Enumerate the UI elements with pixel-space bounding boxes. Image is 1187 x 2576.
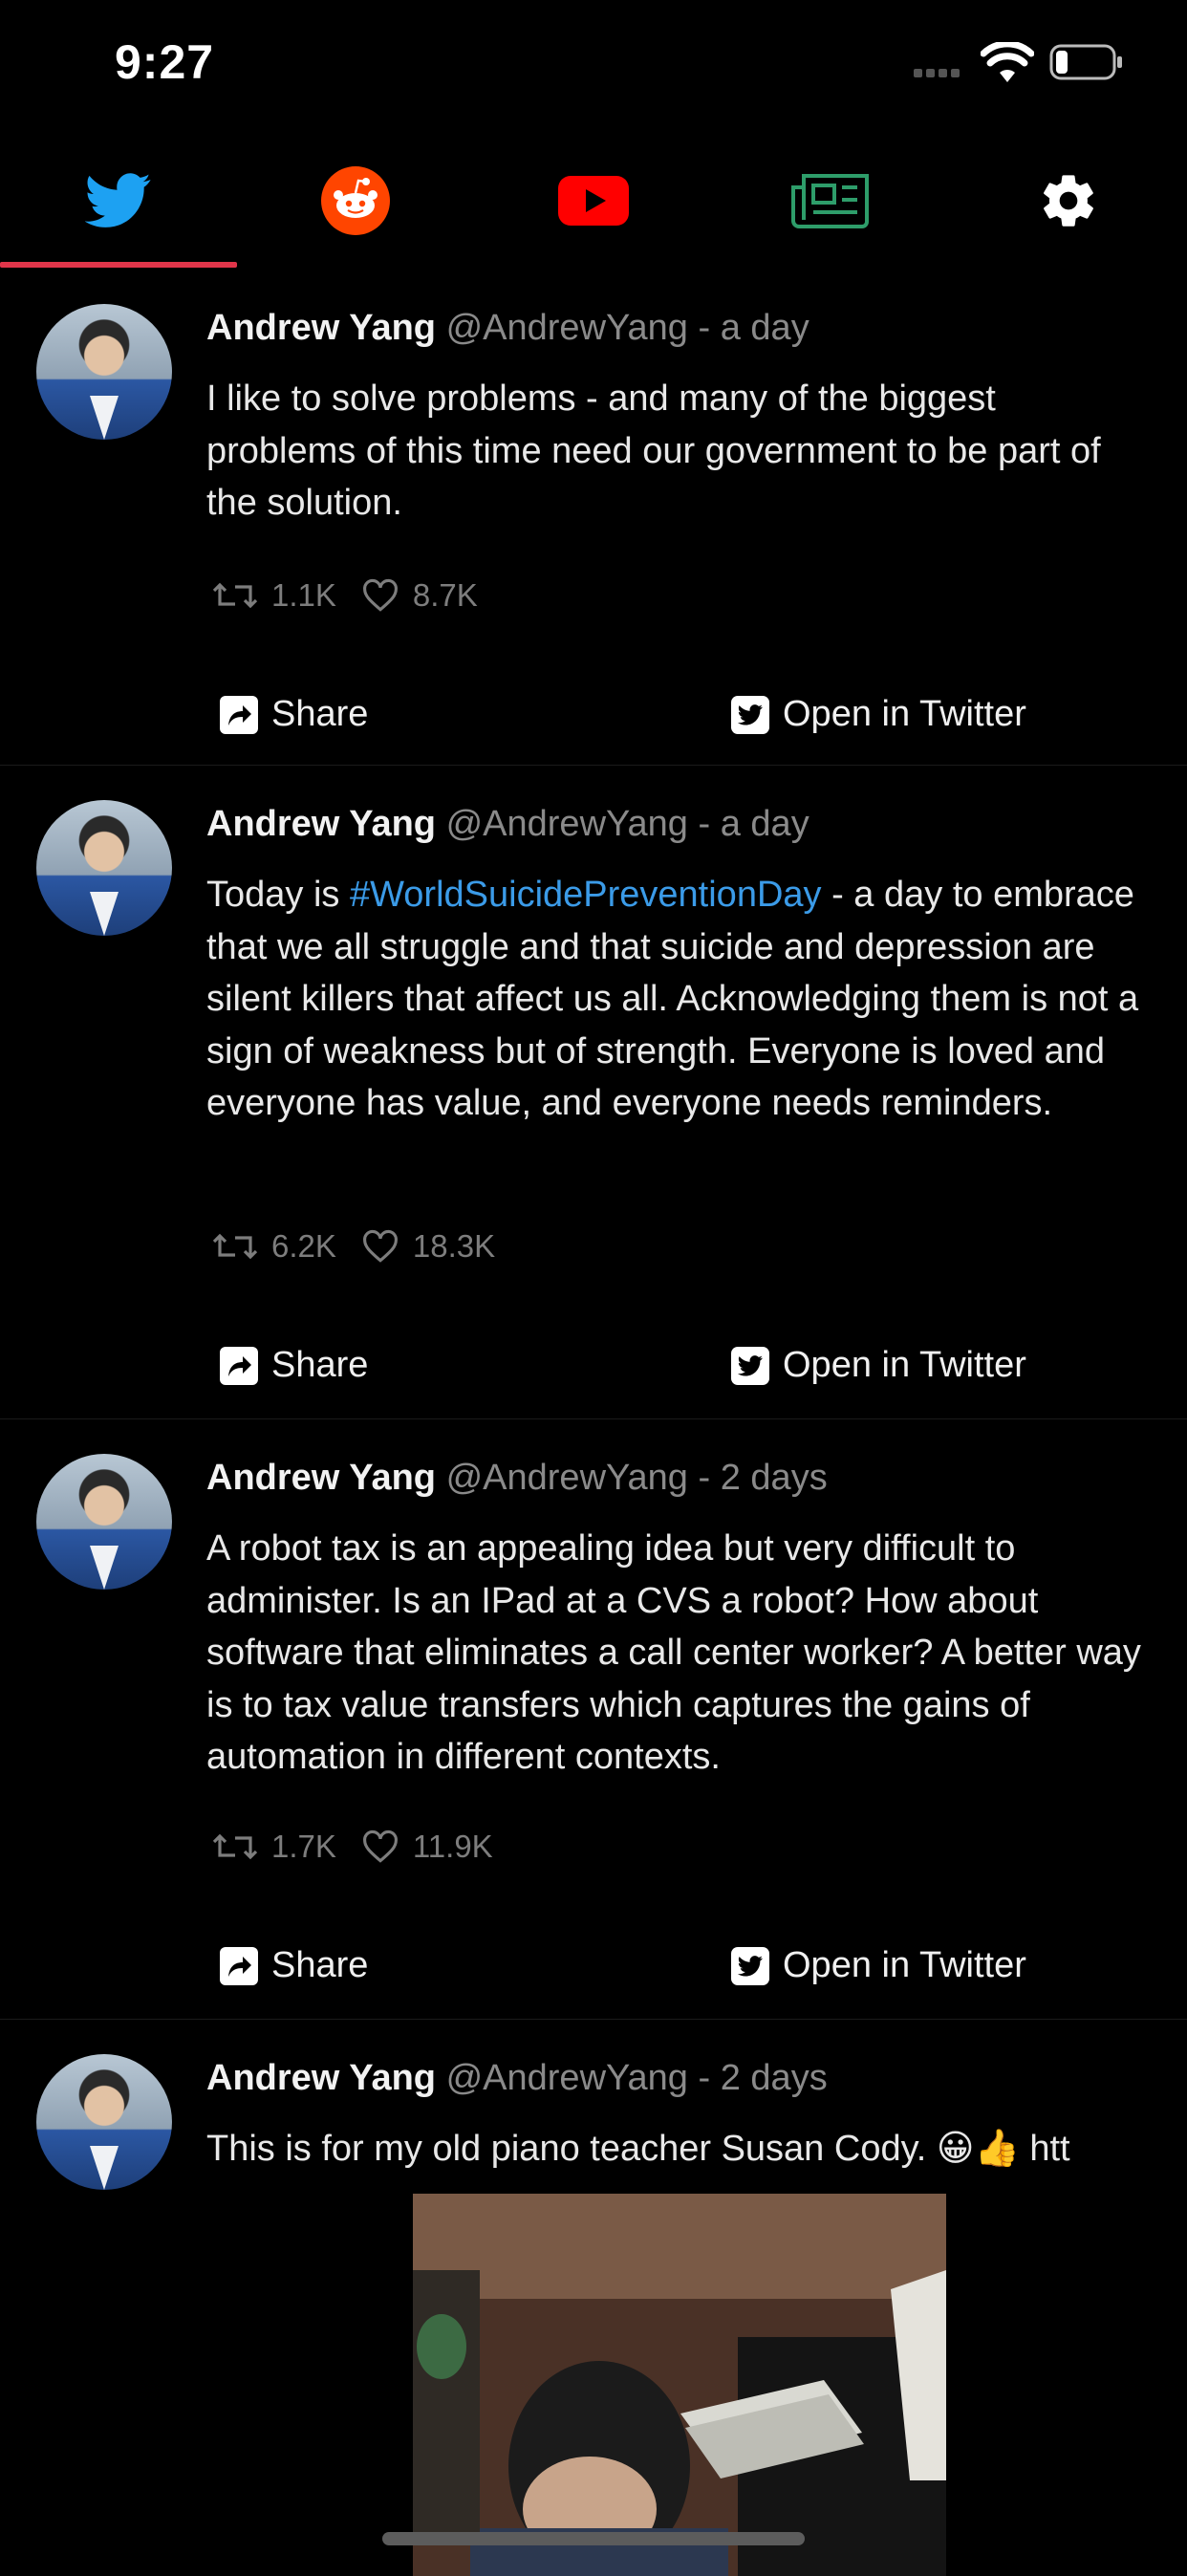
share-label: Share	[271, 694, 369, 734]
author-handle: @AndrewYang	[445, 2058, 688, 2098]
tweet-feed[interactable]: Andrew Yang @AndrewYang - a day I like t…	[0, 270, 1187, 2576]
retweet-count-value: 6.2K	[271, 1228, 336, 1264]
share-icon	[220, 1346, 258, 1385]
heart-icon	[362, 578, 398, 612]
share-icon	[220, 1946, 258, 1985]
selected-tab-indicator	[0, 262, 237, 268]
share-button[interactable]: Share	[220, 694, 368, 735]
twitter-square-icon	[731, 1346, 769, 1385]
reddit-icon	[321, 166, 390, 235]
tweet-text: I like to solve problems - and many of t…	[206, 373, 1153, 530]
like-count-value: 18.3K	[412, 1228, 496, 1264]
tweet-text-body: I like to solve problems - and many of t…	[206, 379, 1101, 523]
avatar[interactable]	[36, 1454, 172, 1590]
header-separator: -	[698, 804, 711, 844]
hashtag-link[interactable]: #WorldSuicidePreventionDay	[350, 875, 822, 915]
author-name: Andrew Yang	[206, 1458, 437, 1498]
avatar[interactable]	[36, 2054, 172, 2190]
tweet-text-body: Today is	[206, 875, 350, 915]
tab-twitter[interactable]	[0, 134, 237, 268]
share-button[interactable]: Share	[220, 1345, 368, 1386]
video-frame-image	[413, 2194, 946, 2576]
tweet-video-thumbnail[interactable]	[413, 2194, 946, 2576]
tweet-stats: 1.7K 11.9K	[212, 1829, 518, 1865]
tweet-time: a day	[720, 804, 809, 844]
header-separator: -	[698, 308, 711, 348]
retweet-count-value: 1.7K	[271, 1829, 336, 1864]
like-count: 18.3K	[361, 1228, 495, 1265]
like-count-value: 11.9K	[412, 1829, 493, 1864]
avatar[interactable]	[36, 304, 172, 440]
open-in-twitter-button[interactable]: Open in Twitter	[731, 1945, 1026, 1986]
author-handle: @AndrewYang	[445, 1458, 688, 1498]
twitter-bird-icon	[85, 173, 151, 227]
heart-icon	[362, 1229, 398, 1263]
tab-youtube[interactable]	[475, 134, 712, 268]
tweet-card: Andrew Yang @AndrewYang - 2 days A robot…	[0, 1419, 1187, 2020]
status-time: 9:27	[115, 35, 215, 89]
share-label: Share	[271, 1945, 369, 1985]
source-tab-bar	[0, 134, 1187, 270]
header-separator: -	[698, 1458, 711, 1498]
open-in-twitter-label: Open in Twitter	[783, 1945, 1026, 1985]
author-handle: @AndrewYang	[445, 804, 688, 844]
avatar[interactable]	[36, 800, 172, 936]
tweet-card: Andrew Yang @AndrewYang - a day Today is…	[0, 766, 1187, 1419]
like-count-value: 8.7K	[412, 577, 478, 613]
tweet-card: Andrew Yang @AndrewYang - 2 days This is…	[0, 2020, 1187, 2576]
tweet-stats: 6.2K 18.3K	[212, 1228, 520, 1265]
newspaper-icon	[791, 174, 869, 228]
share-label: Share	[271, 1345, 369, 1385]
tweet-time: 2 days	[720, 1458, 828, 1498]
retweet-icon	[212, 1233, 258, 1260]
tab-settings[interactable]	[950, 134, 1187, 268]
like-count: 11.9K	[361, 1829, 493, 1865]
tweet-time: 2 days	[720, 2058, 828, 2098]
retweet-icon	[212, 582, 258, 609]
retweet-count-value: 1.1K	[271, 577, 336, 613]
battery-icon	[1049, 44, 1122, 80]
tweet-header: Andrew Yang @AndrewYang - 2 days	[206, 2058, 828, 2099]
open-in-twitter-label: Open in Twitter	[783, 694, 1026, 734]
cellular-signal-icon	[914, 65, 963, 82]
tweet-header: Andrew Yang @AndrewYang - a day	[206, 308, 809, 349]
share-icon	[220, 695, 258, 734]
tweet-time: a day	[720, 308, 809, 348]
twitter-square-icon	[731, 695, 769, 734]
retweet-count: 1.1K	[212, 577, 336, 614]
heart-icon	[362, 1829, 398, 1863]
wifi-icon	[981, 42, 1034, 82]
open-in-twitter-button[interactable]: Open in Twitter	[731, 1345, 1026, 1386]
author-name: Andrew Yang	[206, 804, 437, 844]
author-name: Andrew Yang	[206, 2058, 437, 2098]
tweet-text: Today is #WorldSuicidePreventionDay - a …	[206, 869, 1153, 1130]
tweet-header: Andrew Yang @AndrewYang - 2 days	[206, 1458, 828, 1499]
open-in-twitter-button[interactable]: Open in Twitter	[731, 694, 1026, 735]
retweet-count: 6.2K	[212, 1228, 336, 1265]
header-separator: -	[698, 2058, 711, 2098]
status-bar: 9:27	[0, 0, 1187, 134]
tweet-text: This is for my old piano teacher Susan C…	[206, 2123, 1153, 2176]
twitter-square-icon	[731, 1946, 769, 1985]
author-handle: @AndrewYang	[445, 308, 688, 348]
retweet-count: 1.7K	[212, 1829, 336, 1865]
gear-icon	[1044, 175, 1093, 227]
author-name: Andrew Yang	[206, 308, 437, 348]
tab-reddit[interactable]	[237, 134, 474, 268]
retweet-icon	[212, 1833, 258, 1860]
tab-news[interactable]	[712, 134, 949, 268]
tweet-text-body: A robot tax is an appealing idea but ver…	[206, 1528, 1141, 1777]
tweet-stats: 1.1K 8.7K	[212, 577, 503, 614]
home-indicator[interactable]	[382, 2532, 805, 2545]
tweet-card: Andrew Yang @AndrewYang - a day I like t…	[0, 270, 1187, 766]
tweet-header: Andrew Yang @AndrewYang - a day	[206, 804, 809, 845]
tweet-text: A robot tax is an appealing idea but ver…	[206, 1523, 1153, 1784]
share-button[interactable]: Share	[220, 1945, 368, 1986]
open-in-twitter-label: Open in Twitter	[783, 1345, 1026, 1385]
youtube-icon	[558, 176, 629, 226]
tweet-text-body: This is for my old piano teacher Susan C…	[206, 2129, 1070, 2169]
like-count: 8.7K	[361, 577, 478, 614]
